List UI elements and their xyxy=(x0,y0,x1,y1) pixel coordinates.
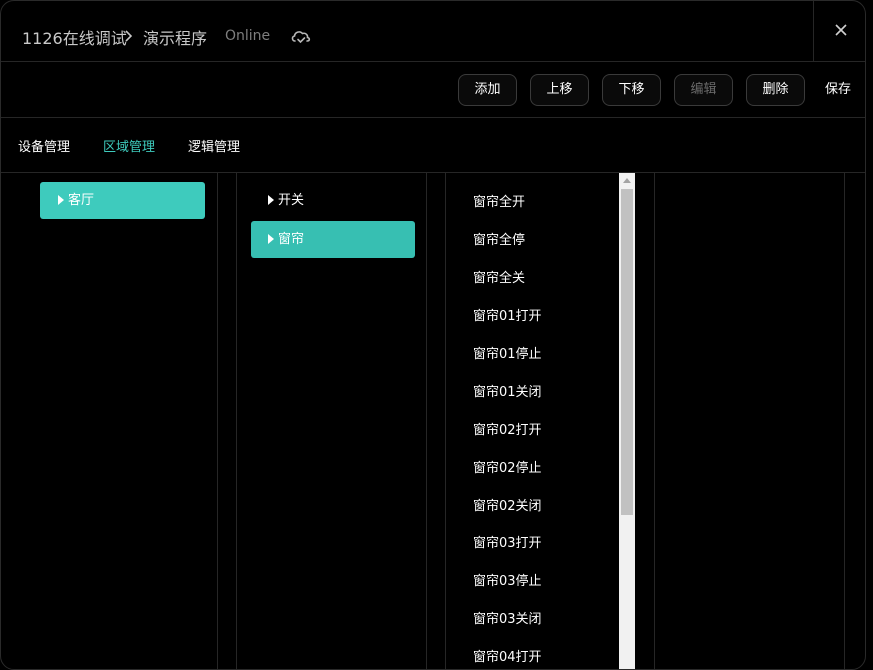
group-item-label: 开关 xyxy=(278,193,305,208)
move-up-button[interactable]: 上移 xyxy=(530,74,589,106)
tab-area-management[interactable]: 区域管理 xyxy=(103,136,155,155)
command-item[interactable]: 窗帘01关闭 xyxy=(473,381,542,400)
area-item-living-room[interactable]: 客厅 xyxy=(40,182,205,219)
delete-button[interactable]: 删除 xyxy=(746,74,805,106)
group-item-switch[interactable]: 开关 xyxy=(251,182,415,219)
close-icon[interactable] xyxy=(834,23,848,37)
move-down-button[interactable]: 下移 xyxy=(602,74,661,106)
caret-right-icon xyxy=(268,194,274,205)
column-divider xyxy=(426,173,427,669)
column-divider xyxy=(217,173,218,669)
tab-logic-management[interactable]: 逻辑管理 xyxy=(188,136,240,155)
command-item[interactable]: 窗帘全开 xyxy=(473,191,525,210)
command-item[interactable]: 窗帘01停止 xyxy=(473,343,542,362)
command-item[interactable]: 窗帘02关闭 xyxy=(473,495,542,514)
toolbar: 添加 上移 下移 编辑 删除 保存 xyxy=(1,62,865,118)
cloud-sync-icon[interactable] xyxy=(290,27,312,47)
command-item[interactable]: 窗帘02停止 xyxy=(473,457,542,476)
command-item[interactable]: 窗帘03关闭 xyxy=(473,608,542,627)
group-item-label: 窗帘 xyxy=(278,232,305,247)
tab-device-management[interactable]: 设备管理 xyxy=(18,136,70,155)
close-button[interactable] xyxy=(813,1,865,62)
edit-button[interactable]: 编辑 xyxy=(674,74,733,106)
breadcrumb-project[interactable]: 1126在线调试 xyxy=(22,25,127,49)
column-divider xyxy=(844,173,845,669)
command-item[interactable]: 窗帘02打开 xyxy=(473,419,542,438)
column-divider xyxy=(654,173,655,669)
save-button[interactable]: 保存 xyxy=(825,74,851,106)
command-item[interactable]: 窗帘01打开 xyxy=(473,305,542,324)
area-item-label: 客厅 xyxy=(68,193,95,208)
breadcrumb-program: 演示程序 xyxy=(143,29,208,48)
scroll-up-arrow-icon[interactable] xyxy=(623,178,631,183)
group-item-curtain[interactable]: 窗帘 xyxy=(251,221,415,258)
chevron-right-icon xyxy=(125,30,133,42)
app-window: 1126在线调试 演示程序 Online 添加 上移 下移 编辑 删除 保存 设… xyxy=(0,0,866,670)
title-bar: 1126在线调试 演示程序 Online xyxy=(1,1,865,62)
column-divider xyxy=(236,173,237,669)
command-item[interactable]: 窗帘03打开 xyxy=(473,532,542,551)
connection-status: Online xyxy=(225,28,271,44)
tab-bar: 设备管理 区域管理 逻辑管理 xyxy=(1,118,865,173)
command-item[interactable]: 窗帘全停 xyxy=(473,229,525,248)
caret-right-icon xyxy=(58,194,64,205)
add-button[interactable]: 添加 xyxy=(458,74,517,106)
command-item[interactable]: 窗帘03停止 xyxy=(473,570,542,589)
command-item[interactable]: 窗帘04打开 xyxy=(473,646,542,665)
command-item[interactable]: 窗帘全关 xyxy=(473,267,525,286)
caret-right-icon xyxy=(268,233,274,244)
scroll-thumb[interactable] xyxy=(621,189,633,515)
command-list: 窗帘全开 窗帘全停 窗帘全关 窗帘01打开 窗帘01停止 窗帘01关闭 窗帘02… xyxy=(446,173,619,669)
command-list-scrollbar[interactable] xyxy=(619,173,635,669)
